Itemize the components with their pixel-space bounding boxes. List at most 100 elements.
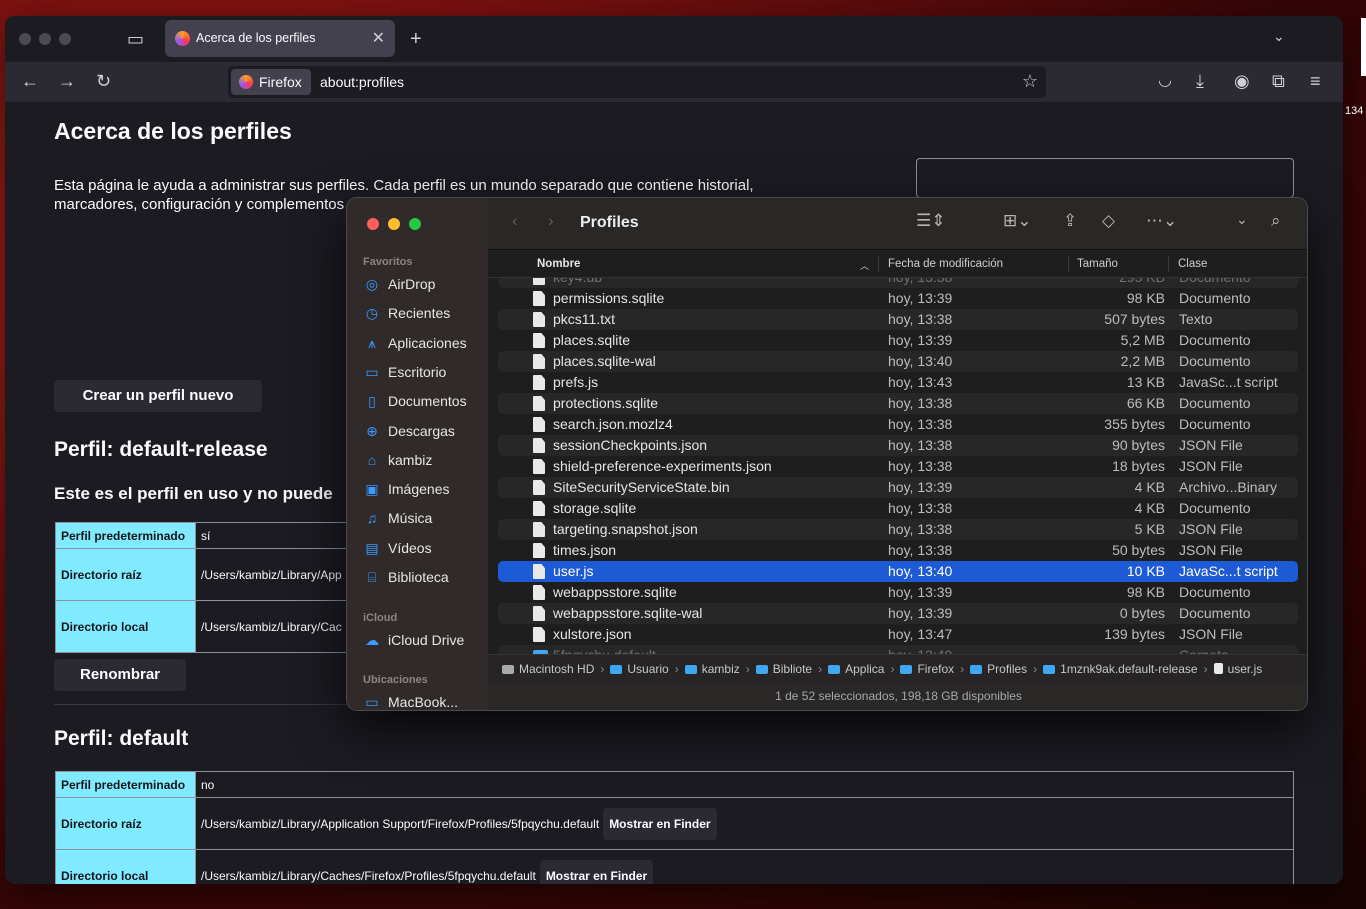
file-date: hoy, 13:39 (888, 290, 953, 306)
file-row[interactable]: webappsstore.sqlite-wal hoy, 13:39 0 bytes… (498, 603, 1298, 624)
file-row[interactable]: search.json.mozlz4 hoy, 13:38 355 bytes Doc… (498, 414, 1298, 435)
tag-icon[interactable]: ◇ (1102, 212, 1115, 229)
column-kind[interactable]: Clase (1178, 258, 1207, 270)
file-row[interactable]: pkcs11.txt hoy, 13:38 507 bytes Texto (498, 309, 1298, 330)
column-name[interactable]: Nombre (537, 258, 580, 270)
sidebar-item-icloud-drive[interactable]: ☁ iCloud Drive (363, 630, 483, 652)
sidebar-item-recientes[interactable]: ◷ Recientes (363, 303, 483, 325)
show-in-finder-button[interactable]: Mostrar en Finder (539, 859, 654, 884)
path-segment-label: Macintosh HD (519, 662, 595, 676)
file-name: prefs.js (553, 374, 599, 390)
column-separator[interactable] (878, 256, 879, 272)
file-row[interactable]: prefs.js hoy, 13:43 13 KB JavaSc...t script (498, 372, 1298, 393)
path-segment[interactable]: user.js (1213, 662, 1262, 676)
sidebar-item-aplicaciones[interactable]: ⩚ Aplicaciones (363, 333, 483, 355)
sidebar-item-macbook-[interactable]: ▭ MacBook... (363, 692, 483, 710)
zoom-window-button[interactable] (59, 33, 71, 45)
share-icon[interactable]: ⇪ (1063, 212, 1077, 229)
search-box[interactable] (916, 158, 1294, 198)
file-date: hoy, 13:38 (888, 500, 953, 516)
file-row[interactable]: shield-preference-experiments.json hoy, 1… (498, 456, 1298, 477)
file-row[interactable]: protections.sqlite hoy, 13:38 66 KB Documen… (498, 393, 1298, 414)
file-row[interactable]: sessionCheckpoints.json hoy, 13:38 90 byte… (498, 435, 1298, 456)
file-row[interactable]: places.sqlite hoy, 13:39 5,2 MB Documento (498, 330, 1298, 351)
zoom-window-button[interactable] (409, 218, 421, 230)
list-view-icon[interactable]: ☰⇕ (916, 212, 945, 229)
sidebar-item-escritorio[interactable]: ▭ Escritorio (363, 362, 483, 384)
path-segment[interactable]: Bibliote (755, 662, 812, 676)
sidebar-item-m-sica[interactable]: ♫ Música (363, 508, 483, 530)
identity-box[interactable]: Firefox (231, 69, 311, 95)
file-date: hoy, 13:38 (888, 521, 953, 537)
path-segment[interactable]: Profiles (970, 662, 1027, 676)
chevron-down-icon[interactable]: ⌄ (1236, 212, 1248, 226)
sidebar-item-biblioteca[interactable]: ⌸ Biblioteca (363, 567, 483, 589)
new-tab-button[interactable]: + (410, 29, 422, 49)
file-name: places.sqlite (553, 332, 631, 348)
file-date: hoy, 13:39 (888, 584, 953, 600)
file-date: hoy, 13:40 (888, 353, 953, 369)
minimize-window-button[interactable] (388, 218, 400, 230)
forward-chevron-icon[interactable]: › (548, 212, 554, 229)
sidebar-item-documentos[interactable]: ▯ Documentos (363, 391, 483, 413)
back-chevron-icon[interactable]: ‹ (512, 212, 518, 229)
file-row[interactable]: storage.sqlite hoy, 13:38 4 KB Documento (498, 498, 1298, 519)
file-kind: Documento (1179, 584, 1251, 600)
rename-button[interactable]: Renombrar (54, 659, 186, 691)
path-segment[interactable]: kambiz (684, 662, 740, 676)
path-segment[interactable]: Firefox (900, 662, 954, 676)
pocket-icon[interactable]: ◡ (1158, 73, 1172, 89)
path-segment[interactable]: Applica (828, 662, 884, 676)
file-row[interactable]: user.js hoy, 13:40 10 KB JavaSc...t script (498, 561, 1298, 582)
path-segment[interactable]: 1mznk9ak.default-release (1043, 662, 1198, 676)
file-row[interactable]: places.sqlite-wal hoy, 13:40 2,2 MB Documen… (498, 351, 1298, 372)
sidebar-item-v-deos[interactable]: ▤ Vídeos (363, 538, 483, 560)
file-row[interactable]: permissions.sqlite hoy, 13:39 98 KB Documen… (498, 288, 1298, 309)
file-row[interactable]: key4.db hoy, 13:38 295 KB Documento (498, 278, 1298, 288)
file-size: 5,2 MB (1120, 332, 1165, 348)
group-icon[interactable]: ⊞⌄ (1003, 212, 1032, 229)
file-row[interactable]: webappsstore.sqlite hoy, 13:39 98 KB Docume… (498, 582, 1298, 603)
profile-heading: Perfil: default (54, 727, 189, 750)
file-row[interactable]: targeting.snapshot.json hoy, 13:38 5 KB JSO… (498, 519, 1298, 540)
menu-icon[interactable]: ≡ (1310, 72, 1321, 90)
list-tabs-chevron-icon[interactable]: ⌄ (1273, 29, 1285, 43)
search-icon[interactable]: ⌕ (1271, 212, 1281, 229)
sidebar-item-im-genes[interactable]: ▣ Imágenes (363, 479, 483, 501)
path-segment[interactable]: Macintosh HD (502, 662, 594, 676)
minimize-window-button[interactable] (39, 33, 51, 45)
file-row[interactable]: 5fpqychu.default hoy, 13:40 Carpeta (498, 645, 1298, 654)
back-button[interactable]: ← (21, 72, 39, 90)
sidebar-item-descargas[interactable]: ⊕ Descargas (363, 421, 483, 443)
reload-button[interactable]: ↻ (96, 72, 111, 90)
url-bar[interactable]: Firefox about:profiles ☆ (228, 66, 1046, 98)
show-in-finder-button[interactable]: Mostrar en Finder (603, 807, 717, 840)
bookmark-star-icon[interactable]: ☆ (1022, 71, 1038, 92)
file-row[interactable]: SiteSecurityServiceState.bin hoy, 13:39 4 … (498, 477, 1298, 498)
extensions-icon[interactable]: ⧉ (1272, 72, 1285, 90)
file-row[interactable]: xulstore.json hoy, 13:47 139 bytes JSON Fil… (498, 624, 1298, 645)
sidebar-item-kambiz[interactable]: ⌂ kambiz (363, 450, 483, 472)
forward-button[interactable]: → (58, 72, 76, 90)
close-window-button[interactable] (367, 218, 379, 230)
tab-about-profiles[interactable]: Acerca de los perfiles ✕ (165, 20, 395, 57)
file-size: 50 bytes (1112, 542, 1165, 558)
tab-overview-icon[interactable]: ▭ (127, 30, 144, 48)
close-tab-icon[interactable]: ✕ (372, 28, 385, 48)
url-text[interactable]: about:profiles (320, 74, 404, 90)
column-date[interactable]: Fecha de modificación (888, 258, 1003, 270)
sort-ascending-icon[interactable]: ︿ (860, 259, 869, 272)
column-separator[interactable] (1168, 256, 1169, 272)
sidebar-item-airdrop[interactable]: ◎ AirDrop (363, 274, 483, 296)
file-row[interactable]: times.json hoy, 13:38 50 bytes JSON File (498, 540, 1298, 561)
column-size[interactable]: Tamaño (1077, 258, 1118, 270)
more-actions-icon[interactable]: ⋯⌄ (1146, 212, 1177, 229)
close-window-button[interactable] (19, 33, 31, 45)
create-profile-button[interactable]: Crear un perfil nuevo (54, 380, 262, 412)
file-icon (533, 312, 545, 327)
downloads-icon[interactable]: ⤓ (1196, 72, 1204, 90)
column-separator[interactable] (1068, 256, 1069, 272)
account-icon[interactable]: ◉ (1234, 72, 1250, 90)
table-value: /Users/kambiz/Library/Caches/Firefox/Pro… (195, 849, 1294, 884)
path-segment[interactable]: Usuario (610, 662, 669, 676)
